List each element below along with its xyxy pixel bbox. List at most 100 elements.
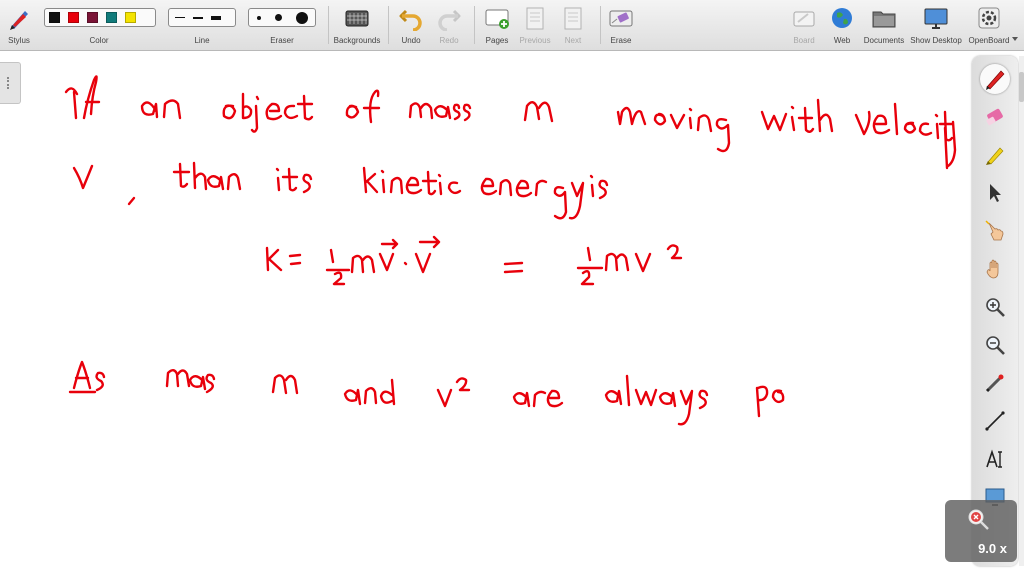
redo-arrow-icon bbox=[438, 9, 461, 31]
ink-stroke bbox=[604, 374, 709, 426]
previous-page-icon bbox=[526, 7, 544, 30]
zoom-overlay: 9.0 x bbox=[945, 500, 1017, 562]
board-mode-button[interactable]: Board bbox=[790, 0, 818, 50]
ink-stroke bbox=[408, 102, 472, 122]
color-swatch-teal[interactable] bbox=[106, 12, 117, 23]
line-width-palette bbox=[168, 8, 236, 27]
toolbar-separator bbox=[600, 6, 601, 44]
stylus-icon bbox=[10, 11, 28, 30]
add-page-icon bbox=[485, 9, 509, 29]
toolbar-separator bbox=[328, 6, 329, 44]
openboard-menu-button[interactable]: OpenBoard bbox=[969, 0, 1009, 50]
selector-tool[interactable] bbox=[980, 178, 1010, 208]
redo-button[interactable]: Redo bbox=[434, 0, 464, 50]
line-thick-option[interactable] bbox=[209, 15, 223, 20]
gear-icon bbox=[978, 7, 1000, 29]
pointer-arrow-icon bbox=[990, 184, 1001, 202]
ink-stroke bbox=[343, 378, 396, 406]
ink-stroke bbox=[436, 377, 471, 408]
monitor-icon bbox=[924, 8, 948, 29]
undo-label: Undo bbox=[401, 36, 421, 45]
ink-stroke bbox=[172, 161, 242, 191]
previous-label: Previous bbox=[519, 36, 551, 45]
web-mode-button[interactable]: Web bbox=[828, 0, 856, 50]
ink-stroke bbox=[589, 174, 609, 200]
eraser-size-palette bbox=[248, 8, 316, 27]
ink-stroke bbox=[362, 166, 462, 196]
show-desktop-button[interactable]: Show Desktop bbox=[910, 0, 962, 50]
previous-page-button[interactable]: Previous bbox=[519, 0, 551, 50]
color-swatch-maroon[interactable] bbox=[87, 12, 98, 23]
line-medium-option[interactable] bbox=[191, 16, 205, 19]
eraser-medium-option[interactable] bbox=[275, 14, 282, 21]
next-page-button[interactable]: Next bbox=[558, 0, 588, 50]
zoom-out-icon bbox=[986, 336, 1005, 355]
stylus-palette bbox=[972, 56, 1018, 566]
openboard-label: OpenBoard bbox=[968, 36, 1010, 45]
ink-stroke bbox=[480, 177, 585, 220]
pages-label: Pages bbox=[485, 36, 509, 45]
next-label: Next bbox=[564, 36, 582, 45]
laser-pointer-tool[interactable] bbox=[980, 368, 1010, 398]
ink-stroke bbox=[68, 360, 106, 394]
line-label: Line bbox=[194, 36, 210, 45]
erase-button[interactable]: Erase bbox=[606, 0, 636, 50]
eraser-large-option[interactable] bbox=[296, 11, 308, 24]
undo-button[interactable]: Undo bbox=[396, 0, 426, 50]
laser-pointer-icon bbox=[985, 374, 1004, 393]
eraser-tool[interactable] bbox=[980, 102, 1010, 132]
color-palette bbox=[44, 8, 156, 27]
stylus-tool[interactable]: Stylus bbox=[4, 0, 34, 50]
text-tool-icon bbox=[986, 449, 1002, 468]
zoom-out-tool[interactable] bbox=[980, 330, 1010, 360]
scroll-thumb[interactable] bbox=[1019, 72, 1024, 102]
color-swatch-red[interactable] bbox=[68, 12, 79, 23]
redo-label: Redo bbox=[439, 36, 459, 45]
web-label: Web bbox=[833, 36, 851, 45]
highlighter-tool[interactable] bbox=[980, 140, 1010, 170]
add-page-button[interactable]: Pages bbox=[482, 0, 512, 50]
whiteboard-canvas[interactable] bbox=[0, 51, 1024, 576]
color-label: Color bbox=[89, 36, 109, 45]
erase-board-icon bbox=[609, 10, 633, 27]
ink-stroke bbox=[345, 89, 381, 124]
ink-stroke bbox=[275, 167, 313, 194]
line-tool[interactable] bbox=[980, 406, 1010, 436]
globe-icon bbox=[832, 8, 852, 28]
toolbar-separator bbox=[388, 6, 389, 44]
ink-stroke bbox=[523, 101, 554, 123]
chevron-down-icon[interactable] bbox=[1012, 37, 1018, 41]
ink-stroke bbox=[271, 374, 299, 395]
color-swatch-black[interactable] bbox=[49, 12, 60, 23]
erase-label: Erase bbox=[610, 36, 632, 45]
pen-tool[interactable] bbox=[980, 64, 1010, 94]
text-tool[interactable] bbox=[980, 444, 1010, 474]
top-toolbar: Stylus Color Line Eraser Backgrounds Und… bbox=[0, 0, 1024, 51]
documents-label: Documents bbox=[863, 36, 905, 45]
eraser-icon bbox=[986, 108, 1003, 126]
undo-arrow-icon bbox=[399, 9, 422, 31]
interact-tool[interactable] bbox=[980, 216, 1010, 246]
color-swatch-yellow[interactable] bbox=[125, 12, 136, 23]
line-icon bbox=[985, 411, 1005, 431]
zoom-close-icon[interactable] bbox=[965, 506, 991, 532]
hand-tool[interactable] bbox=[980, 254, 1010, 284]
backgrounds-grid-icon bbox=[345, 10, 369, 27]
backgrounds-label: Backgrounds bbox=[333, 36, 381, 45]
line-thin-option[interactable] bbox=[173, 17, 187, 18]
ink-stroke bbox=[616, 106, 731, 153]
stylus-label: Stylus bbox=[8, 36, 30, 45]
ink-stroke bbox=[64, 75, 101, 120]
ink-stroke bbox=[165, 369, 216, 394]
toolbar-separator bbox=[474, 6, 475, 44]
zoom-in-tool[interactable] bbox=[980, 292, 1010, 322]
right-scrollbar[interactable] bbox=[1019, 56, 1024, 566]
eraser-small-option[interactable] bbox=[257, 15, 261, 20]
pen-icon bbox=[986, 70, 1005, 90]
backgrounds-button[interactable]: Backgrounds bbox=[334, 0, 380, 50]
documents-mode-button[interactable]: Documents bbox=[864, 0, 904, 50]
ink-stroke bbox=[265, 235, 683, 286]
ink-stroke bbox=[760, 98, 834, 133]
ink-stroke bbox=[512, 389, 564, 408]
ink-stroke bbox=[140, 99, 182, 120]
